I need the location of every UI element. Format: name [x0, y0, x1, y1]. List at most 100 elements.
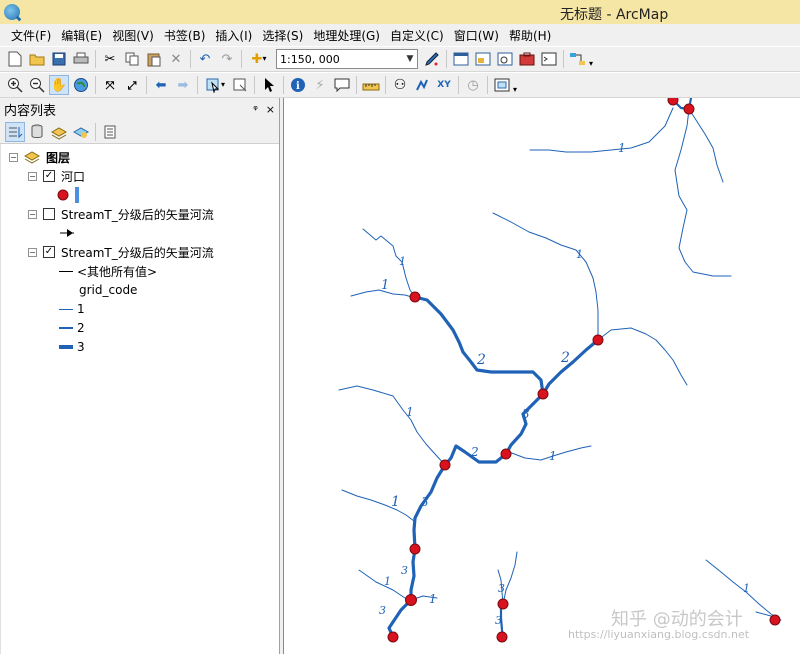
- collapse-icon[interactable]: −: [28, 209, 37, 219]
- menu-customize[interactable]: 自定义(C): [385, 27, 449, 44]
- toolbar-separator: [190, 50, 191, 68]
- forward-arrow-icon[interactable]: ➡: [173, 75, 193, 95]
- collapse-icon[interactable]: −: [28, 247, 37, 257]
- menu-edit[interactable]: 编辑(E): [56, 27, 107, 44]
- delete-icon[interactable]: ✕: [166, 49, 186, 69]
- stream-order-label: 2: [476, 352, 486, 368]
- menu-windows[interactable]: 窗口(W): [449, 27, 504, 44]
- layers-root-node[interactable]: − 图层: [9, 148, 70, 166]
- zoom-in-icon[interactable]: [5, 75, 25, 95]
- new-document-icon[interactable]: [5, 49, 25, 69]
- layer-stream-unchecked[interactable]: − StreamT_分级后的矢量河流: [28, 205, 214, 223]
- html-popup-icon[interactable]: [332, 75, 352, 95]
- layer-visibility-checkbox[interactable]: [43, 208, 55, 220]
- modelbuilder-icon[interactable]: [568, 49, 588, 69]
- outlet-points: [387, 98, 781, 643]
- time-slider-icon[interactable]: ◷: [463, 75, 483, 95]
- find-route-icon[interactable]: [412, 75, 432, 95]
- red-point-symbol-icon: [57, 187, 79, 203]
- menu-bookmarks[interactable]: 书签(B): [159, 27, 211, 44]
- stream-order-label: 1: [743, 582, 750, 595]
- collapse-icon[interactable]: −: [28, 171, 37, 181]
- outlet-point: [667, 98, 679, 106]
- toolbar-separator: [241, 50, 242, 68]
- map-display[interactable]: 1 1 1 2 2 1 1 3 2 1 1 3 3 1 1 3 3 3 1 知乎…: [283, 98, 800, 654]
- layer-visibility-checkbox[interactable]: ✓: [43, 246, 55, 258]
- toolbar-separator: [458, 76, 459, 94]
- close-icon[interactable]: ×: [266, 103, 275, 116]
- outlet-point: [405, 594, 417, 606]
- copy-icon[interactable]: [122, 49, 142, 69]
- toolbar-overflow-icon[interactable]: ▾: [513, 76, 521, 94]
- menu-geoprocessing[interactable]: 地理处理(G): [308, 27, 385, 44]
- stream-network-map[interactable]: 1 1 1 2 2 1 1 3 2 1 1 3 3 1 1 3 3 3 1: [284, 98, 800, 654]
- cut-icon[interactable]: ✂: [100, 49, 120, 69]
- toolbar-separator: [446, 50, 447, 68]
- select-features-icon[interactable]: ▾: [202, 75, 228, 95]
- create-viewer-window-icon[interactable]: [492, 75, 512, 95]
- legend-class-2[interactable]: 2: [59, 319, 85, 337]
- full-extent-globe-icon[interactable]: [71, 75, 91, 95]
- print-icon[interactable]: [71, 49, 91, 69]
- arctoolbox-icon[interactable]: [517, 49, 537, 69]
- pan-hand-icon[interactable]: ✋: [49, 75, 69, 95]
- layer-outlets-symbol[interactable]: [56, 186, 90, 204]
- catalog-window-icon[interactable]: [473, 49, 493, 69]
- layer-visibility-checkbox[interactable]: ✓: [43, 170, 55, 182]
- fixed-zoom-in-icon[interactable]: ⤧: [100, 75, 120, 95]
- save-icon[interactable]: [49, 49, 69, 69]
- legend-class-3[interactable]: 3: [59, 338, 85, 356]
- clear-selection-icon[interactable]: [230, 75, 250, 95]
- stream-order-label: 3: [379, 604, 386, 617]
- toolbar-overflow-icon[interactable]: ▾: [589, 50, 597, 68]
- stream-line: [387, 598, 413, 639]
- open-folder-icon[interactable]: [27, 49, 47, 69]
- menu-file[interactable]: 文件(F): [6, 27, 56, 44]
- menu-selection[interactable]: 选择(S): [257, 27, 308, 44]
- list-by-selection-icon[interactable]: [71, 122, 91, 142]
- legend-other-values[interactable]: <其他所有值>: [59, 262, 157, 280]
- toolbar-separator: [563, 50, 564, 68]
- layer-outlets[interactable]: − ✓ 河口: [28, 167, 85, 185]
- back-arrow-icon[interactable]: ⬅: [151, 75, 171, 95]
- hyperlink-icon[interactable]: ⚡: [310, 75, 330, 95]
- menu-insert[interactable]: 插入(I): [210, 27, 257, 44]
- list-by-drawing-order-icon[interactable]: [5, 121, 25, 142]
- layer-stream-checked[interactable]: − ✓ StreamT_分级后的矢量河流: [28, 243, 214, 261]
- search-window-icon[interactable]: [495, 49, 515, 69]
- toc-options-icon[interactable]: [100, 122, 120, 142]
- measure-icon[interactable]: [361, 75, 381, 95]
- chevron-down-icon[interactable]: ▼: [403, 54, 417, 64]
- stream-order-label: 3: [498, 582, 505, 595]
- redo-icon[interactable]: ↷: [217, 49, 237, 69]
- map-scale-dropdown[interactable]: 1:150, 000 ▼: [276, 49, 418, 69]
- arcmap-app-icon[interactable]: [4, 4, 20, 20]
- order-3-streams: [387, 295, 600, 639]
- layer-stream-arrow-symbol[interactable]: [59, 224, 77, 242]
- stream-order-label: 2: [560, 350, 570, 366]
- python-window-icon[interactable]: [539, 49, 559, 69]
- undo-icon[interactable]: ↶: [195, 49, 215, 69]
- menu-help[interactable]: 帮助(H): [504, 27, 556, 44]
- collapse-icon[interactable]: −: [9, 152, 18, 162]
- menu-view[interactable]: 视图(V): [107, 27, 159, 44]
- zoom-out-icon[interactable]: [27, 75, 47, 95]
- stream-line: [674, 108, 732, 277]
- legend-class-1[interactable]: 1: [59, 300, 85, 318]
- add-data-icon[interactable]: ✚ ▾: [246, 49, 272, 69]
- select-elements-arrow-icon[interactable]: [259, 75, 279, 95]
- identify-icon[interactable]: i: [288, 75, 308, 95]
- list-by-source-icon[interactable]: [27, 122, 47, 142]
- outlet-point: [683, 103, 695, 115]
- go-to-xy-icon[interactable]: XY: [434, 75, 454, 95]
- stream-order-label: 1: [391, 494, 400, 510]
- thin-line-symbol: [59, 308, 73, 310]
- pin-icon[interactable]: ᵠ: [253, 103, 258, 116]
- table-of-contents-window-icon[interactable]: [451, 49, 471, 69]
- editor-toolbar-icon[interactable]: [422, 49, 442, 69]
- paste-icon[interactable]: [144, 49, 164, 69]
- list-by-visibility-icon[interactable]: [49, 122, 69, 142]
- legend-label: 1: [77, 302, 85, 316]
- fixed-zoom-out-icon[interactable]: ⤢: [122, 75, 142, 95]
- find-binoculars-icon[interactable]: ⚇: [390, 75, 410, 95]
